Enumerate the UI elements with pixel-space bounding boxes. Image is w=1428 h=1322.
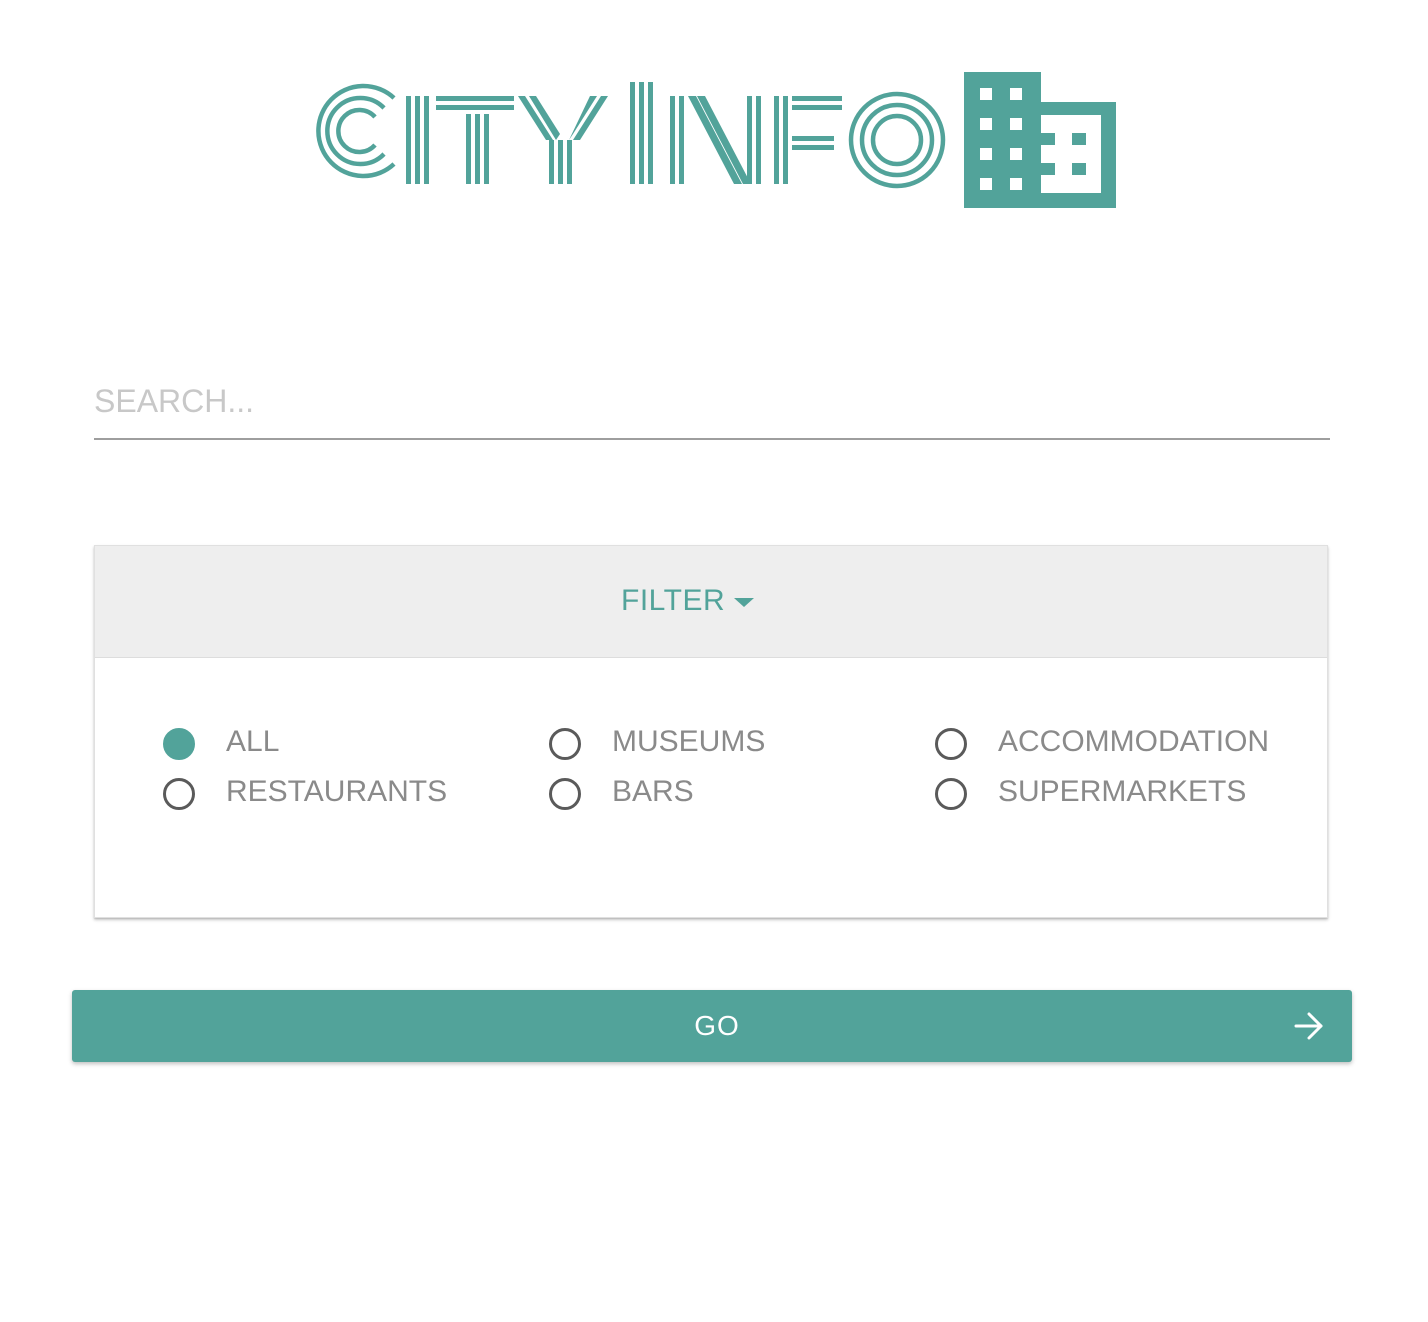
logo-letter-o [848,91,946,189]
caret-down-icon [734,598,754,607]
radio-checked-icon[interactable] [163,728,195,760]
radio-unchecked-icon[interactable] [163,778,195,810]
radio-unchecked-icon[interactable] [549,778,581,810]
app-logo [296,70,1118,210]
radio-unchecked-icon[interactable] [935,728,967,760]
logo-letter-c [316,83,396,179]
filter-panel: FILTER ALL MUSEUMS ACCOMMODATION RESTAUR… [94,545,1328,918]
filter-toggle[interactable]: FILTER [95,546,1327,658]
filter-label: FILTER [621,584,726,617]
go-button[interactable]: GO [72,990,1352,1062]
radio-unchecked-icon[interactable] [549,728,581,760]
radio-option-accommodation[interactable]: ACCOMMODATION [935,725,1295,765]
search-input[interactable] [94,360,1330,440]
radio-unchecked-icon[interactable] [935,778,967,810]
radio-label: SUPERMARKETS [998,775,1247,808]
radio-option-museums[interactable]: MUSEUMS [549,725,849,765]
radio-label: MUSEUMS [612,725,766,758]
radio-option-restaurants[interactable]: RESTAURANTS [163,775,483,815]
filter-options: ALL MUSEUMS ACCOMMODATION RESTAURANTS BA… [95,658,1327,917]
radio-label: ACCOMMODATION [998,725,1270,758]
arrow-right-icon [1294,1012,1323,1040]
radio-option-bars[interactable]: BARS [549,775,849,815]
building-icon [964,72,1116,208]
radio-label: RESTAURANTS [226,775,448,808]
go-button-label: GO [694,1010,740,1041]
city-info-logo [316,72,1116,208]
radio-option-supermarkets[interactable]: SUPERMARKETS [935,775,1295,815]
search-bar [94,360,1330,442]
radio-option-all[interactable]: ALL [163,725,463,765]
radio-label: ALL [226,725,280,758]
radio-label: BARS [612,775,694,808]
